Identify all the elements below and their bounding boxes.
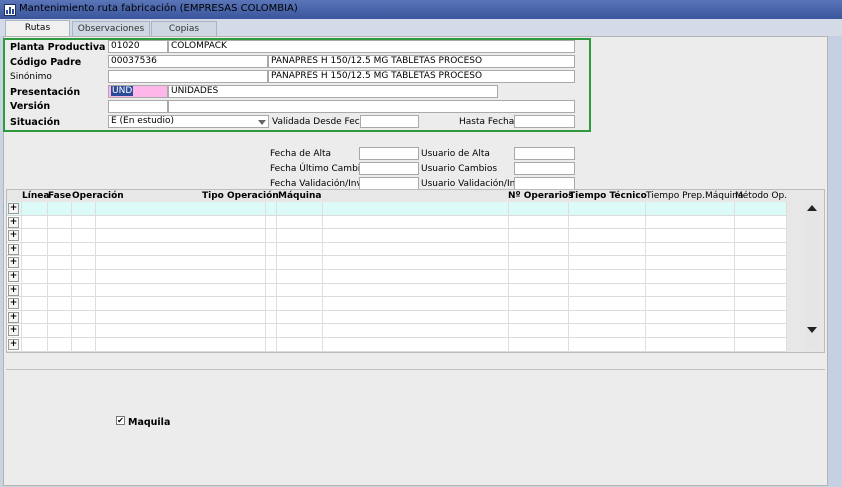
version-field[interactable] [108,100,168,113]
expand-row-icon[interactable]: + [8,203,19,214]
chevron-down-icon[interactable] [258,120,266,125]
expand-row-icon[interactable]: + [8,339,19,350]
divider [6,369,825,370]
table-row[interactable] [7,283,787,298]
col-divider [21,202,22,352]
expand-row-icon[interactable]: + [8,216,19,228]
col-divider [645,202,646,352]
col-divider [71,202,72,352]
version-label: Versión [10,101,51,112]
expand-row-icon[interactable]: + [8,243,19,255]
col-divider [265,202,266,352]
presentacion-desc: UNIDADES [168,85,498,98]
sinonimo-field[interactable] [108,70,268,83]
table-row[interactable] [7,215,787,230]
app-chart-icon [4,4,16,16]
expand-row-icon[interactable]: + [8,271,19,282]
validada-desde-field[interactable] [360,115,419,128]
planta-code-field[interactable]: 01020 [108,40,168,53]
col-divider [786,202,787,352]
col-divider [568,202,569,352]
col-header-linea[interactable]: Línea [22,190,49,202]
right-strip [828,36,842,487]
situacion-label: Situación [10,117,60,128]
col-divider [322,202,323,352]
col-header-maquina[interactable]: Máquina [278,190,321,202]
col-header-num-operarios[interactable]: Nº Operarios [508,190,574,202]
col-header-tiempo-tecnico[interactable]: Tiempo Técnico [569,190,647,202]
presentacion-label: Presentación [10,87,81,98]
situacion-dropdown[interactable]: E (En estudio) [108,115,269,128]
usuario-cambios-label: Usuario Cambios [421,164,498,174]
validada-desde-label: Validada Desde Fecha [272,117,371,127]
planta-name-field[interactable]: COLOMPACK [168,40,575,53]
sinonimo-desc: PANAPRES H 150/12.5 MG TABLETAS PROCESO [268,70,575,83]
fecha-ultimo-label: Fecha Último Cambio [270,164,366,174]
version-desc [168,100,575,113]
fecha-alta-label: Fecha de Alta [270,149,332,159]
fecha-alta-field [359,147,419,160]
tab-copias[interactable]: Copias [151,21,217,36]
sinonimo-label: Sinónimo [10,72,52,82]
expand-row-icon[interactable]: + [8,325,19,337]
codigo-padre-field[interactable]: 00037536 [108,55,268,68]
situacion-value: E (En estudio) [111,116,174,126]
codigo-padre-label: Código Padre [10,57,82,68]
expand-row-icon[interactable]: + [8,298,19,310]
fecha-validacion-label: Fecha Validación/Inv. [270,179,364,189]
maquila-label: Maquila [128,417,171,428]
scroll-down-icon[interactable] [807,327,817,333]
expand-row-icon[interactable]: + [8,311,19,323]
presentacion-code-selected-text: UND [111,86,134,96]
fecha-ultimo-field [359,162,419,175]
hasta-fecha-label: Hasta Fecha [459,117,515,127]
scroll-up-icon[interactable] [807,205,817,211]
col-header-fase[interactable]: Fase [48,190,71,202]
table-row[interactable] [7,338,787,352]
tab-rutas[interactable]: Rutas [5,20,70,37]
table-row[interactable] [7,324,787,338]
table-row[interactable] [7,242,787,257]
presentacion-code-field[interactable]: UND [108,85,168,98]
expand-row-icon[interactable]: + [8,257,19,269]
maquila-checkbox[interactable]: ✔ [116,416,125,425]
table-row[interactable] [7,256,787,270]
table-row[interactable] [7,310,787,325]
expand-row-icon[interactable]: + [8,230,19,242]
hasta-fecha-field[interactable] [514,115,575,128]
col-divider [508,202,509,352]
col-header-tiempo-prep[interactable]: Tiempo Prep.Máquina [646,190,743,202]
table-row[interactable] [7,297,787,311]
tab-observaciones[interactable]: Observaciones [72,21,150,36]
col-divider [734,202,735,352]
usuario-alta-field [514,147,575,160]
col-divider [276,202,277,352]
usuario-cambios-field [514,162,575,175]
table-row[interactable] [7,270,787,284]
usuario-validacion-label: Usuario Validación/Inv. [421,179,523,189]
expand-row-icon[interactable]: + [8,284,19,296]
window-title: Mantenimiento ruta fabricación (EMPRESAS… [19,3,298,14]
col-divider [95,202,96,352]
col-header-operacion[interactable]: Operación [72,190,124,202]
table-row[interactable] [7,202,787,216]
planta-label: Planta Productiva [10,42,106,53]
table-row[interactable] [7,229,787,243]
usuario-alta-label: Usuario de Alta [421,149,490,159]
col-header-metodo-op[interactable]: Método Op. [735,190,787,202]
col-header-tipo-operacion[interactable]: Tipo Operación [202,190,279,202]
col-divider [47,202,48,352]
codigo-padre-desc: PANAPRES H 150/12.5 MG TABLETAS PROCESO [268,55,575,68]
